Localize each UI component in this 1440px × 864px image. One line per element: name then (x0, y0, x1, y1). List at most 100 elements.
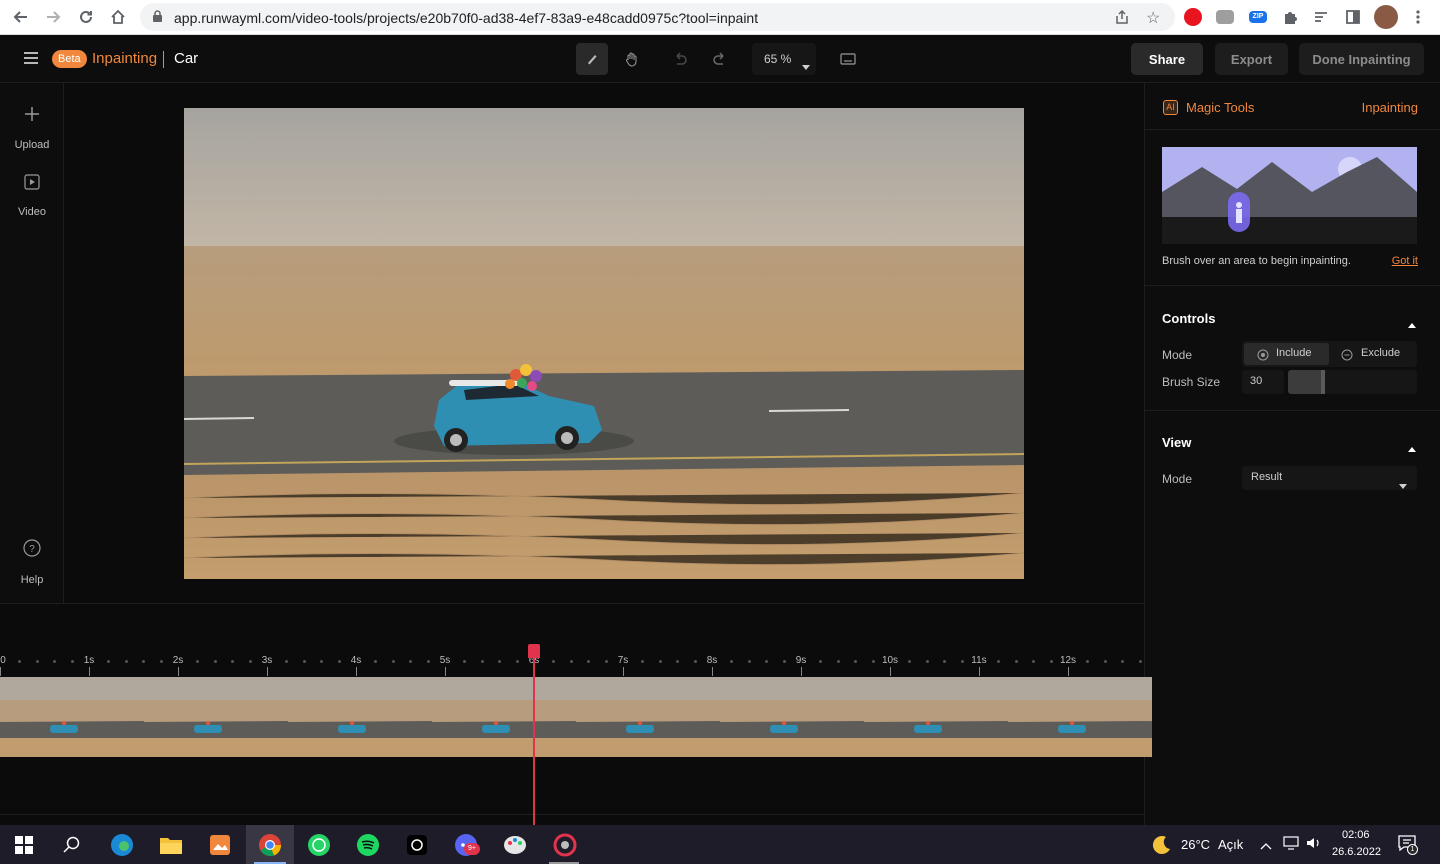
collapse-controls-icon[interactable] (1408, 315, 1416, 333)
weather-temperature[interactable]: 26°C (1181, 837, 1210, 852)
discord-icon[interactable]: 9+ (452, 831, 480, 859)
brush-size-slider[interactable] (1288, 370, 1417, 394)
export-button[interactable]: Export (1215, 43, 1288, 75)
browser-menu-icon[interactable] (1407, 6, 1429, 28)
timeline-subtick (302, 660, 306, 663)
clock-time[interactable]: 02:06 (1342, 829, 1370, 841)
file-explorer-icon[interactable] (157, 831, 185, 859)
brush-tool-button[interactable] (576, 43, 608, 75)
mode-label: Mode (1162, 348, 1193, 362)
magic-tools-link[interactable]: Magic Tools (1186, 100, 1254, 115)
timeline-subtick (480, 660, 484, 663)
exclude-option[interactable]: Exclude (1331, 343, 1415, 365)
redo-button[interactable] (704, 43, 736, 75)
timeline-subtick (284, 660, 288, 663)
timeline-subtick (907, 660, 911, 663)
profile-avatar[interactable] (1374, 5, 1398, 29)
notification-center-icon[interactable]: 1 (1398, 835, 1418, 856)
view-mode-label: Mode (1162, 472, 1193, 486)
timeline-subtick (961, 660, 965, 663)
opera-icon[interactable] (1184, 8, 1202, 26)
share-page-icon[interactable] (1114, 9, 1130, 30)
timeline-subtick (195, 660, 199, 663)
playhead-handle[interactable] (528, 644, 540, 658)
timeline-subtick (569, 660, 573, 663)
undo-button[interactable] (664, 43, 696, 75)
side-panel-icon[interactable] (1342, 6, 1364, 28)
tray-chevron-up-icon[interactable] (1260, 837, 1272, 855)
mode-toggle: Include Exclude (1242, 341, 1417, 367)
image-app-icon[interactable] (206, 831, 234, 859)
timeline-subtick (35, 660, 39, 663)
brush-size-handle[interactable] (1320, 370, 1325, 394)
timeline-subtick (872, 660, 876, 663)
view-mode-select[interactable]: Result (1242, 466, 1417, 490)
camera-icon[interactable] (1216, 10, 1234, 24)
upload-nav[interactable]: Upload (0, 105, 64, 151)
help-nav[interactable]: ? Help (0, 539, 64, 586)
volume-icon[interactable] (1306, 836, 1322, 855)
chrome-icon[interactable] (256, 831, 284, 859)
spotify-icon[interactable] (354, 831, 382, 859)
help-label: Help (20, 574, 44, 586)
windows-taskbar: 9+ 26°C Açık 02:06 26.6.2022 1 (0, 825, 1440, 864)
divider (1145, 285, 1440, 286)
weather-moon-icon (1148, 831, 1176, 859)
extensions-puzzle-icon[interactable] (1279, 6, 1301, 28)
timeline-subtick (925, 660, 929, 663)
whatsapp-icon[interactable] (305, 831, 333, 859)
timeline-thumbnail (144, 677, 288, 757)
include-label: Include (1276, 347, 1312, 359)
brush-size-label: Brush Size (1162, 375, 1221, 389)
left-sidebar: Upload Video ? Help (0, 83, 64, 603)
controls-title[interactable]: Controls (1162, 311, 1215, 326)
address-bar[interactable]: app.runwayml.com/video-tools/projects/e2… (140, 3, 1175, 31)
playhead[interactable] (528, 644, 540, 826)
project-name[interactable]: Car (174, 50, 198, 67)
home-icon[interactable] (107, 6, 129, 28)
weather-condition[interactable]: Açık (1218, 837, 1243, 852)
edge-browser-icon[interactable] (108, 831, 136, 859)
back-icon[interactable] (10, 6, 32, 28)
app-header: Beta Inpainting Car 65 % Share Export Do… (0, 35, 1440, 83)
time-ruler[interactable]: 01s2s3s4s5s6s7s8s9s10s11s12s (0, 604, 1144, 676)
video-icon (0, 174, 64, 194)
timeline-subtick (53, 660, 57, 663)
paint-app-icon[interactable] (501, 831, 529, 859)
share-button[interactable]: Share (1131, 43, 1203, 75)
hand-tool-button[interactable] (616, 43, 648, 75)
reload-icon[interactable] (75, 6, 97, 28)
inpainting-illustration (1162, 147, 1417, 244)
search-icon[interactable] (58, 831, 86, 859)
timeline-tick (178, 667, 179, 676)
lock-icon (152, 10, 163, 28)
video-nav[interactable]: Video (0, 174, 64, 218)
zip-extension-icon[interactable]: ZIP (1249, 11, 1267, 23)
network-icon[interactable] (1283, 836, 1299, 855)
include-option[interactable]: Include (1244, 343, 1329, 365)
timeline-subtick (1032, 660, 1036, 663)
video-frame[interactable] (184, 108, 1024, 579)
camera-app-icon[interactable] (403, 831, 431, 859)
hamburger-menu-icon[interactable] (22, 51, 40, 70)
clock-date[interactable]: 26.6.2022 (1332, 846, 1381, 858)
timeline-subtick (17, 660, 21, 663)
brush-size-input[interactable]: 30 (1242, 370, 1284, 394)
collapse-view-icon[interactable] (1408, 439, 1416, 457)
davinci-icon[interactable] (551, 831, 579, 859)
reading-list-icon[interactable] (1310, 6, 1332, 28)
windows-start-icon[interactable] (10, 831, 38, 859)
got-it-link[interactable]: Got it (1392, 255, 1418, 267)
keyboard-shortcuts-button[interactable] (832, 43, 864, 75)
timeline-subtick (765, 660, 769, 663)
timeline-subtick (605, 660, 609, 663)
zoom-select[interactable]: 65 % (752, 43, 816, 75)
view-title[interactable]: View (1162, 435, 1191, 450)
notification-count: 1 (1407, 844, 1418, 855)
beta-badge: Beta (52, 50, 87, 68)
bookmark-star-icon[interactable]: ☆ (1146, 8, 1160, 28)
forward-icon[interactable] (42, 6, 64, 28)
done-inpainting-button[interactable]: Done Inpainting (1299, 43, 1424, 75)
timeline-subtick (836, 660, 840, 663)
timeline-subtick (783, 660, 787, 663)
